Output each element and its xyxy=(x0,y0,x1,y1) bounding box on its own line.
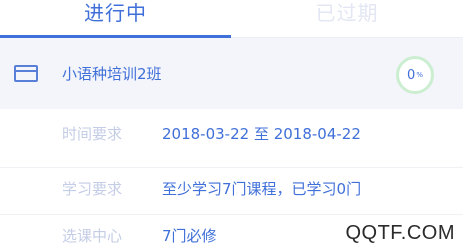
tab-bar: 进行中 已过期 xyxy=(0,0,463,38)
class-card[interactable]: 小语种培训2班 0% xyxy=(0,38,463,109)
tab-in-progress[interactable]: 进行中 xyxy=(0,0,231,30)
time-requirement-row: 时间要求 2018-03-22 至 2018-04-22 xyxy=(0,113,463,157)
card-icon xyxy=(14,65,38,82)
study-requirement-value: 至少学习7门课程，已学习0门 xyxy=(162,180,362,198)
study-requirement-label: 学习要求 xyxy=(62,180,123,198)
class-name: 小语种培训2班 xyxy=(62,65,162,83)
watermark: QQTF.COM xyxy=(345,222,455,244)
progress-unit: % xyxy=(416,71,423,79)
course-center-label: 选课中心 xyxy=(62,227,123,245)
progress-value: 0 xyxy=(407,67,416,83)
tab-expired[interactable]: 已过期 xyxy=(231,0,463,30)
time-requirement-label: 时间要求 xyxy=(62,125,123,143)
time-requirement-value: 2018-03-22 至 2018-04-22 xyxy=(162,125,361,143)
progress-ring: 0% xyxy=(396,56,434,94)
course-page: 进行中 已过期 小语种培训2班 0% 时间要求 2018-03-22 至 201… xyxy=(0,0,463,249)
course-center-value: 7门必修 xyxy=(162,227,217,245)
study-requirement-row: 学习要求 至少学习7门课程，已学习0门 xyxy=(0,167,463,211)
